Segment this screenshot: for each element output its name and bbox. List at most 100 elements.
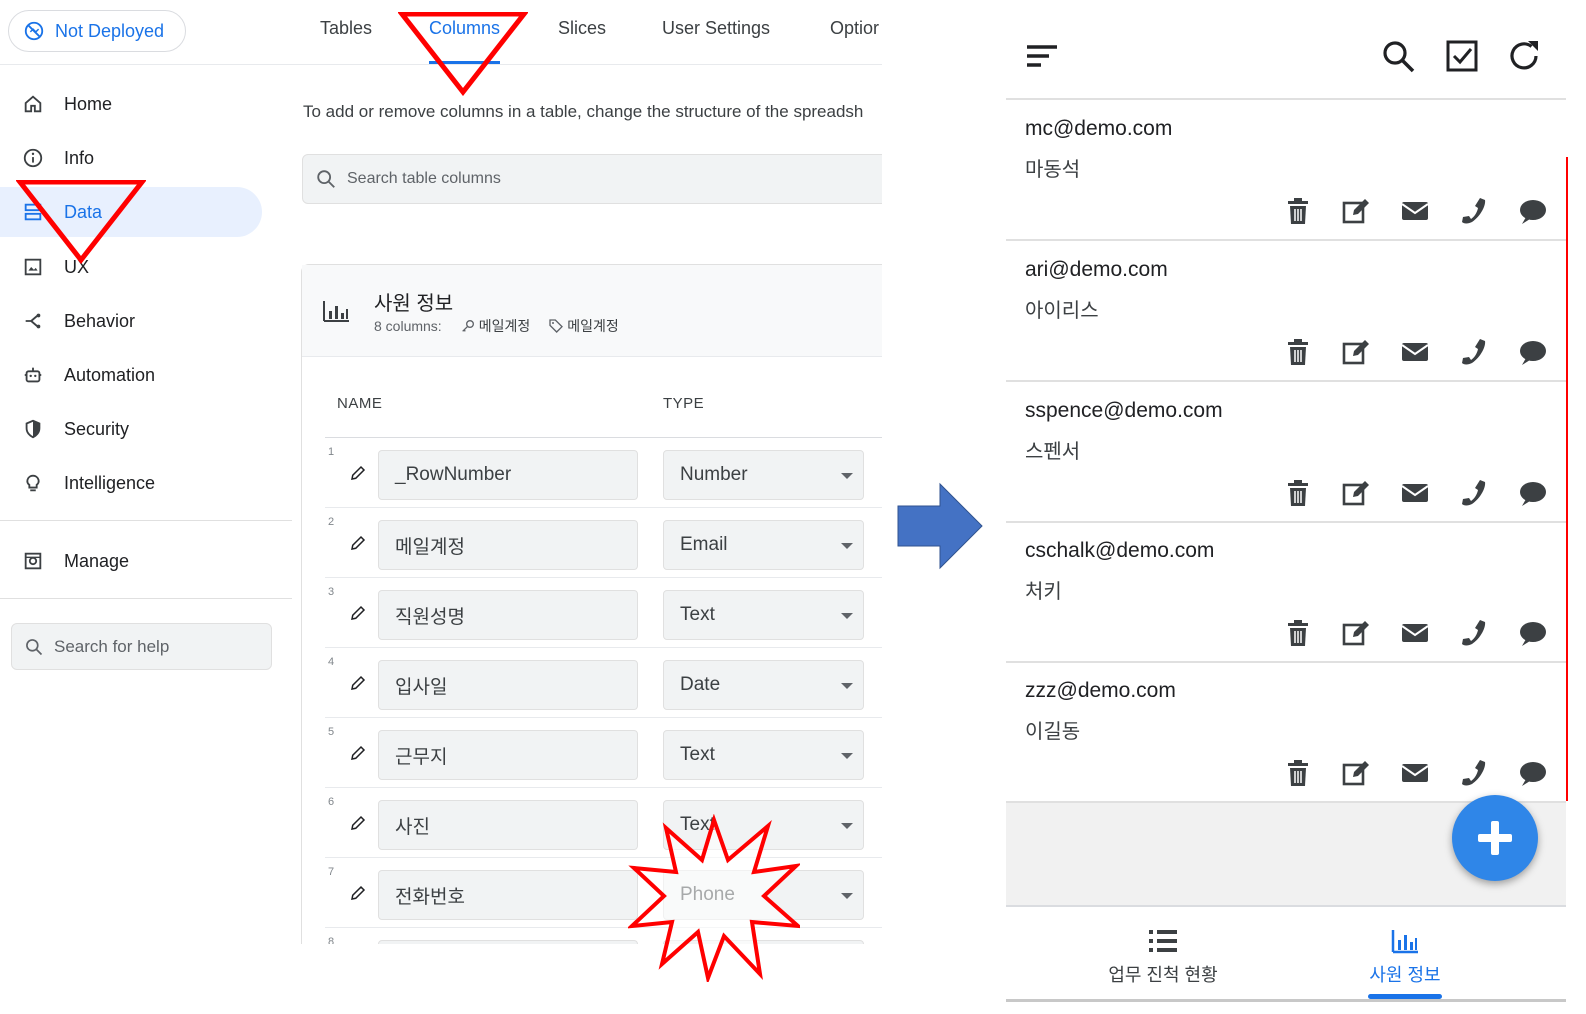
list-item[interactable]: mc@demo.com 마동석 bbox=[1006, 100, 1566, 241]
column-name-field[interactable]: 직원성명 bbox=[378, 590, 638, 640]
phone-icon[interactable] bbox=[1458, 478, 1488, 508]
column-type-value: Email bbox=[680, 534, 728, 555]
ux-icon bbox=[24, 258, 42, 276]
column-name-field[interactable]: _RowNumber bbox=[378, 450, 638, 500]
column-type-select[interactable]: Text bbox=[663, 800, 864, 850]
chat-icon[interactable] bbox=[1518, 478, 1548, 508]
sidebar-divider bbox=[0, 598, 292, 599]
list-item[interactable]: ari@demo.com 아이리스 bbox=[1006, 241, 1566, 382]
column-type-select[interactable] bbox=[663, 940, 864, 944]
column-name-field[interactable]: 입사일 bbox=[378, 660, 638, 710]
pencil-icon[interactable] bbox=[349, 464, 367, 482]
info-icon bbox=[23, 148, 43, 168]
phone-icon[interactable] bbox=[1458, 196, 1488, 226]
sidebar-item-info[interactable]: Info bbox=[0, 133, 262, 183]
phone-icon[interactable] bbox=[1458, 618, 1488, 648]
column-type-value: Text bbox=[680, 744, 715, 765]
delete-icon[interactable] bbox=[1283, 758, 1313, 788]
checkbox-icon[interactable] bbox=[1444, 38, 1480, 74]
edit-icon[interactable] bbox=[1341, 196, 1371, 226]
column-search-input[interactable]: Search table columns bbox=[302, 154, 882, 204]
list-item[interactable]: zzz@demo.com 이길동 bbox=[1006, 662, 1566, 803]
column-type-value: Number bbox=[680, 464, 748, 485]
pencil-icon[interactable] bbox=[349, 884, 367, 902]
bottom-nav-item-employees[interactable]: 사원 정보 bbox=[1355, 927, 1455, 987]
column-type-select[interactable]: Phone bbox=[663, 870, 864, 920]
sidebar-item-manage[interactable]: Manage bbox=[0, 536, 262, 586]
sidebar-item-intelligence[interactable]: Intelligence bbox=[0, 458, 262, 508]
list-item[interactable]: sspence@demo.com 스펜서 bbox=[1006, 382, 1566, 523]
column-type-select[interactable]: Text bbox=[663, 590, 864, 640]
column-name-field[interactable]: 메일계정 bbox=[378, 520, 638, 570]
add-button[interactable] bbox=[1452, 795, 1538, 881]
sidebar-item-ux[interactable]: UX bbox=[0, 242, 262, 292]
column-name-field[interactable]: 근무지 bbox=[378, 730, 638, 780]
deployment-status-chip[interactable]: Not Deployed bbox=[8, 10, 186, 52]
row-number: 7 bbox=[328, 866, 335, 878]
pencil-icon[interactable] bbox=[349, 674, 367, 692]
column-row: 4 입사일 Date bbox=[325, 648, 882, 718]
delete-icon[interactable] bbox=[1283, 478, 1313, 508]
sidebar-item-automation[interactable]: Automation bbox=[0, 350, 262, 400]
column-type-select[interactable]: Date bbox=[663, 660, 864, 710]
shield-icon bbox=[25, 419, 41, 439]
pencil-icon[interactable] bbox=[349, 814, 367, 832]
email-icon[interactable] bbox=[1400, 337, 1430, 367]
chat-icon[interactable] bbox=[1518, 618, 1548, 648]
item-email: cschalk@demo.com bbox=[1025, 539, 1215, 562]
table-meta: 8 columns: 메일계정 메일계정 bbox=[374, 316, 619, 336]
phone-icon[interactable] bbox=[1458, 337, 1488, 367]
column-name-field[interactable]: 사진 bbox=[378, 800, 638, 850]
sidebar-item-label: UX bbox=[64, 256, 90, 277]
table-card-header[interactable]: 사원 정보 8 columns: 메일계정 메일계정 bbox=[302, 265, 882, 357]
edit-icon[interactable] bbox=[1341, 618, 1371, 648]
column-type-select[interactable]: Email bbox=[663, 520, 864, 570]
tab-tables[interactable]: Tables bbox=[320, 18, 372, 58]
type-column-header: TYPE bbox=[663, 395, 705, 412]
sidebar-item-behavior[interactable]: Behavior bbox=[0, 296, 262, 346]
email-icon[interactable] bbox=[1400, 618, 1430, 648]
email-icon[interactable] bbox=[1400, 758, 1430, 788]
chat-icon[interactable] bbox=[1518, 196, 1548, 226]
column-name-field[interactable] bbox=[378, 940, 638, 944]
sidebar-item-data[interactable]: Data bbox=[0, 187, 262, 237]
column-name-field[interactable]: 전화번호 bbox=[378, 870, 638, 920]
help-search-input[interactable]: Search for help bbox=[11, 623, 272, 670]
caret-down-icon bbox=[841, 893, 853, 899]
sidebar-item-label: Manage bbox=[64, 550, 130, 571]
column-type-select[interactable]: Number bbox=[663, 450, 864, 500]
edit-icon[interactable] bbox=[1341, 478, 1371, 508]
delete-icon[interactable] bbox=[1283, 618, 1313, 648]
delete-icon[interactable] bbox=[1283, 196, 1313, 226]
tab-options[interactable]: Optior bbox=[830, 18, 879, 58]
tab-columns[interactable]: Columns bbox=[429, 18, 501, 64]
menu-icon[interactable] bbox=[1024, 38, 1060, 74]
pencil-icon[interactable] bbox=[349, 534, 367, 552]
list-item[interactable]: cschalk@demo.com 처키 bbox=[1006, 522, 1566, 663]
bar-chart-icon bbox=[323, 301, 349, 322]
tab-user-settings[interactable]: User Settings bbox=[662, 18, 770, 58]
bottom-nav-item-progress[interactable]: 업무 진척 현황 bbox=[1098, 927, 1228, 987]
key-column-name: 메일계정 bbox=[478, 318, 531, 334]
edit-icon[interactable] bbox=[1341, 758, 1371, 788]
sidebar-item-home[interactable]: Home bbox=[0, 79, 262, 129]
sidebar-item-label: Info bbox=[64, 147, 95, 168]
delete-icon[interactable] bbox=[1283, 337, 1313, 367]
bottom-nav-label: 사원 정보 bbox=[1369, 965, 1441, 985]
tab-slices[interactable]: Slices bbox=[558, 18, 606, 58]
email-icon[interactable] bbox=[1400, 196, 1430, 226]
columns-info-text: To add or remove columns in a table, cha… bbox=[303, 102, 864, 121]
edit-icon[interactable] bbox=[1341, 337, 1371, 367]
sidebar-item-security[interactable]: Security bbox=[0, 404, 262, 454]
chat-icon[interactable] bbox=[1518, 758, 1548, 788]
search-icon[interactable] bbox=[1380, 38, 1416, 74]
refresh-icon[interactable] bbox=[1506, 38, 1542, 74]
pencil-icon[interactable] bbox=[349, 604, 367, 622]
email-icon[interactable] bbox=[1400, 478, 1430, 508]
bar-chart-icon bbox=[1391, 930, 1418, 954]
chat-icon[interactable] bbox=[1518, 337, 1548, 367]
column-type-select[interactable]: Text bbox=[663, 730, 864, 780]
pencil-icon[interactable] bbox=[349, 744, 367, 762]
sidebar-item-label: Security bbox=[64, 418, 130, 439]
phone-icon[interactable] bbox=[1458, 758, 1488, 788]
